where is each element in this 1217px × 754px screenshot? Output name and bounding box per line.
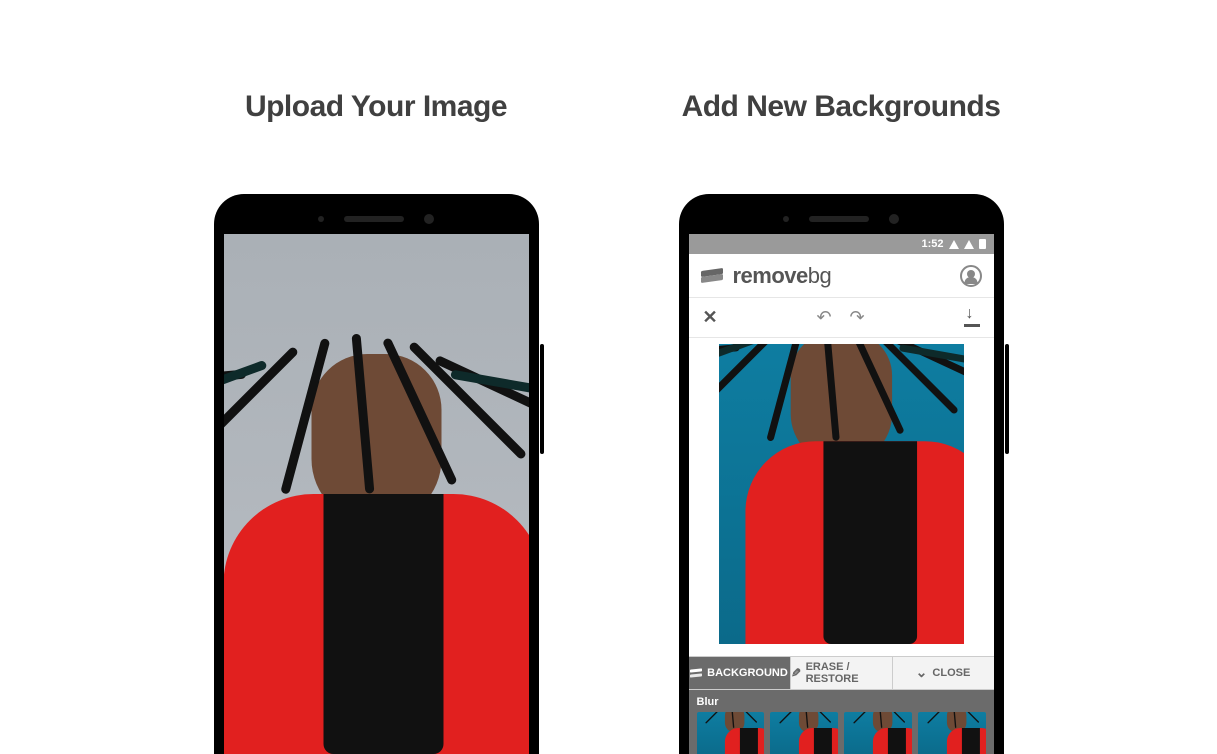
sensor-dot-icon	[318, 216, 324, 222]
backgrounds-column: Add New Backgrounds 1:52	[679, 90, 1004, 754]
person-figure	[224, 354, 529, 754]
tab-erase-label: ERASE / RESTORE	[806, 661, 892, 685]
upload-heading: Upload Your Image	[245, 90, 507, 124]
tab-background[interactable]: BACKGROUND	[689, 657, 791, 689]
app-header: removebg	[689, 254, 994, 298]
front-camera-icon	[424, 214, 434, 224]
chevron-down-icon	[916, 666, 928, 680]
logo-layers-icon	[701, 265, 723, 287]
front-camera-icon	[889, 214, 899, 224]
backgrounds-heading: Add New Backgrounds	[682, 90, 1001, 124]
editor-canvas-area	[689, 338, 994, 656]
background-thumb[interactable]	[697, 712, 765, 754]
uploaded-photo	[224, 234, 529, 754]
background-thumbnails: Blur	[689, 690, 994, 754]
editor-canvas[interactable]	[719, 344, 964, 644]
editor-tabs: BACKGROUND ERASE / RESTORE CLOSE	[689, 656, 994, 690]
upload-column: Upload Your Image	[214, 90, 539, 754]
tab-background-label: BACKGROUND	[707, 667, 788, 679]
wifi-icon	[949, 240, 959, 249]
phone-screen-upload	[224, 234, 529, 754]
account-icon[interactable]	[960, 265, 982, 287]
background-thumb[interactable]	[918, 712, 986, 754]
close-icon[interactable]: ✕	[703, 307, 718, 328]
speaker-icon	[809, 216, 869, 222]
statusbar-time: 1:52	[921, 238, 943, 250]
logo-secondary: bg	[808, 263, 831, 288]
feature-row: Upload Your Image	[0, 0, 1217, 754]
phone-speaker-row	[224, 204, 529, 234]
download-icon[interactable]	[964, 309, 980, 327]
tab-close[interactable]: CLOSE	[893, 657, 994, 689]
thumbs-row	[697, 712, 986, 754]
android-statusbar: 1:52	[689, 234, 994, 254]
thumbs-section-label: Blur	[697, 696, 986, 708]
battery-icon	[979, 239, 986, 249]
app-logo-text: removebg	[733, 263, 832, 289]
undo-icon[interactable]: ↶	[816, 307, 831, 328]
phone-mockup-editor: 1:52 removebg ✕	[679, 194, 1004, 754]
editor-toolbar: ✕ ↶ ↷	[689, 298, 994, 338]
logo-primary: remove	[733, 263, 808, 288]
background-thumb[interactable]	[844, 712, 912, 754]
sensor-dot-icon	[783, 216, 789, 222]
cell-signal-icon	[964, 240, 974, 249]
background-thumb[interactable]	[770, 712, 838, 754]
redo-icon[interactable]: ↷	[850, 307, 865, 328]
tab-erase-restore[interactable]: ERASE / RESTORE	[791, 657, 893, 689]
eraser-icon	[791, 666, 801, 680]
tab-close-label: CLOSE	[932, 667, 970, 679]
phone-speaker-row	[689, 204, 994, 234]
layers-icon	[690, 667, 702, 679]
phone-mockup-upload	[214, 194, 539, 754]
phone-screen-editor: 1:52 removebg ✕	[689, 234, 994, 754]
person-figure	[745, 344, 936, 644]
figure-jacket	[224, 494, 529, 754]
speaker-icon	[344, 216, 404, 222]
